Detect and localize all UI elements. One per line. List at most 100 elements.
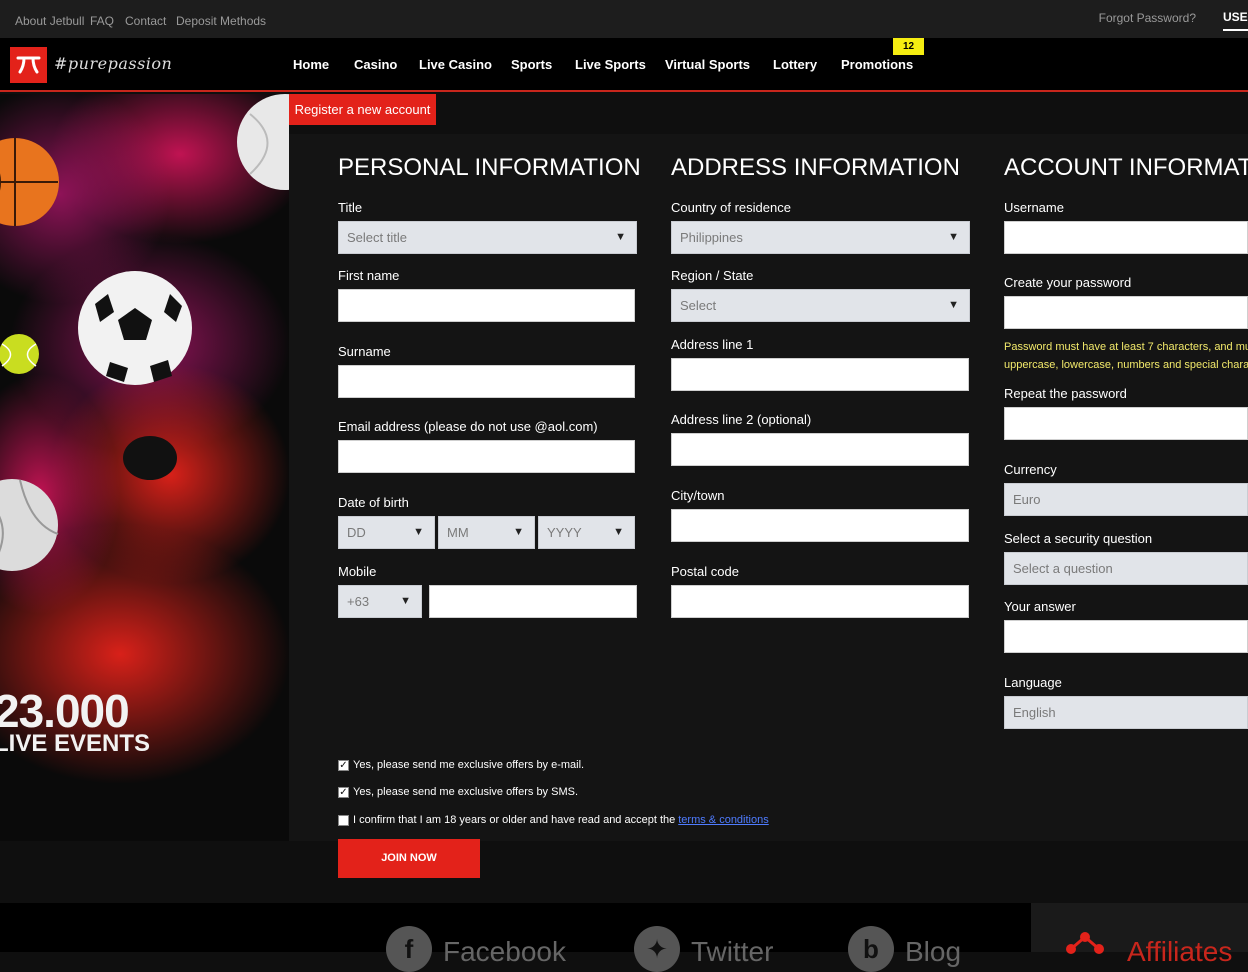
username-input[interactable] [1004,221,1248,254]
promotions-badge: 12 [893,38,924,55]
security-question-select[interactable]: Select a question [1004,552,1248,585]
deposit-methods-link[interactable]: Deposit Methods [176,14,266,28]
city-input[interactable] [671,509,969,542]
currency-select[interactable]: Euro [1004,483,1248,516]
affiliates-icon [1066,932,1104,954]
currency-value: Euro [1013,492,1041,507]
twitter-link[interactable]: Twitter [691,936,773,968]
register-tab[interactable]: Register a new account [289,94,436,125]
terms-link[interactable]: terms & conditions [678,814,768,826]
mobile-input[interactable] [429,585,637,618]
nav-live-sports[interactable]: Live Sports [575,57,646,72]
dob-month-value: MM [447,525,469,540]
logo-icon[interactable] [10,47,47,83]
first-name-input[interactable] [338,289,635,322]
blog-icon[interactable]: b [848,926,894,972]
answer-input[interactable] [1004,620,1248,653]
password-hint: Password must have at least 7 characters… [1004,338,1248,374]
password-input[interactable] [1004,296,1248,329]
nav-sports[interactable]: Sports [511,57,552,72]
nav-lottery[interactable]: Lottery [773,57,817,72]
nav-promotions[interactable]: Promotions [841,57,913,72]
city-label: City/town [671,488,725,503]
security-question-label: Select a security question [1004,531,1153,546]
username-label: Username [1004,200,1064,215]
security-question-value: Select a question [1013,561,1113,576]
dob-year-value: YYYY [547,525,582,540]
join-now-button[interactable]: JOIN NOW [338,839,480,878]
about-link[interactable]: About Jetbull [15,14,84,28]
logo-tagline: #purepassion [54,54,173,73]
mobile-prefix-value: +63 [347,594,370,609]
mobile-label: Mobile [338,564,377,579]
email-input[interactable] [338,440,635,473]
language-select[interactable]: English [1004,696,1248,729]
chevron-down-icon: ▼ [948,231,959,243]
nav-home[interactable]: Home [293,57,329,72]
country-value: Philippines [680,230,743,245]
surname-input[interactable] [338,365,635,398]
address-line1-input[interactable] [671,358,969,391]
faq-link[interactable]: FAQ [90,14,114,28]
region-select[interactable]: Select ▼ [671,289,970,322]
facebook-link[interactable]: Facebook [443,936,566,968]
chevron-down-icon: ▼ [413,526,424,538]
address-line1-label: Address line 1 [671,337,754,352]
dob-year-select[interactable]: YYYY ▼ [538,516,635,549]
sms-offers-checkbox[interactable]: ✓ [338,786,349,798]
hero-label: LIVE EVENTS [0,730,151,757]
user-button[interactable]: USER [1223,10,1248,31]
twitter-icon[interactable]: ✦ [634,926,680,972]
email-offers-row: ✓ Yes, please send me exclusive offers b… [338,759,584,771]
blog-link[interactable]: Blog [905,936,961,968]
dob-month-select[interactable]: MM ▼ [438,516,535,549]
language-label: Language [1004,675,1062,690]
account-info-title: ACCOUNT INFORMATIO [1004,154,1248,181]
dob-day-select[interactable]: DD ▼ [338,516,435,549]
first-name-label: First name [338,268,400,283]
postal-input[interactable] [671,585,969,618]
age-confirm-checkbox[interactable] [338,814,349,826]
main-nav: #purepassion Home Casino Live Casino Spo… [0,38,1248,92]
address-line2-label: Address line 2 (optional) [671,412,812,427]
nav-live-casino[interactable]: Live Casino [419,57,492,72]
sms-offers-row: ✓ Yes, please send me exclusive offers b… [338,786,578,798]
sms-offers-label: Yes, please send me exclusive offers by … [353,786,579,798]
age-confirm-label: I confirm that I am 18 years or older an… [353,814,676,826]
title-select[interactable]: Select title ▼ [338,221,637,254]
language-value: English [1013,705,1056,720]
address-line2-input[interactable] [671,433,969,466]
chevron-down-icon: ▼ [613,526,624,538]
country-select[interactable]: Philippines ▼ [671,221,970,254]
postal-label: Postal code [671,564,739,579]
contact-link[interactable]: Contact [125,14,166,28]
address-info-title: ADDRESS INFORMATION [671,154,960,181]
facebook-icon[interactable]: f [386,926,432,972]
password-hint-line2: uppercase, lowercase, numbers and specia… [1004,359,1248,371]
region-label: Region / State [671,268,754,283]
nav-casino[interactable]: Casino [354,57,397,72]
nav-virtual-sports[interactable]: Virtual Sports [665,57,750,72]
dob-day-value: DD [347,525,366,540]
surname-label: Surname [338,344,391,359]
title-label: Title [338,200,363,215]
top-bar: About Jetbull FAQ Contact Deposit Method… [0,0,1248,38]
affiliates-link[interactable]: Affiliates [1127,936,1232,968]
mobile-prefix-select[interactable]: +63 ▼ [338,585,422,618]
region-value: Select [680,298,717,313]
email-label: Email address (please do not use @aol.co… [338,419,598,434]
email-offers-label: Yes, please send me exclusive offers by … [353,759,585,771]
password-label: Create your password [1004,275,1132,290]
age-confirm-row: I confirm that I am 18 years or older an… [338,814,769,826]
chevron-down-icon: ▼ [615,231,626,243]
email-offers-checkbox[interactable]: ✓ [338,759,349,771]
forgot-password-link[interactable]: Forgot Password? [1099,11,1196,25]
chevron-down-icon: ▼ [948,299,959,311]
country-label: Country of residence [671,200,791,215]
hero-stats: 23.000 LIVE EVENTS [0,684,150,758]
chevron-down-icon: ▼ [513,526,524,538]
repeat-password-input[interactable] [1004,407,1248,440]
personal-info-title: PERSONAL INFORMATION [338,154,641,181]
hero-banner: 23.000 LIVE EVENTS [0,94,289,841]
title-select-value: Select title [347,230,407,245]
